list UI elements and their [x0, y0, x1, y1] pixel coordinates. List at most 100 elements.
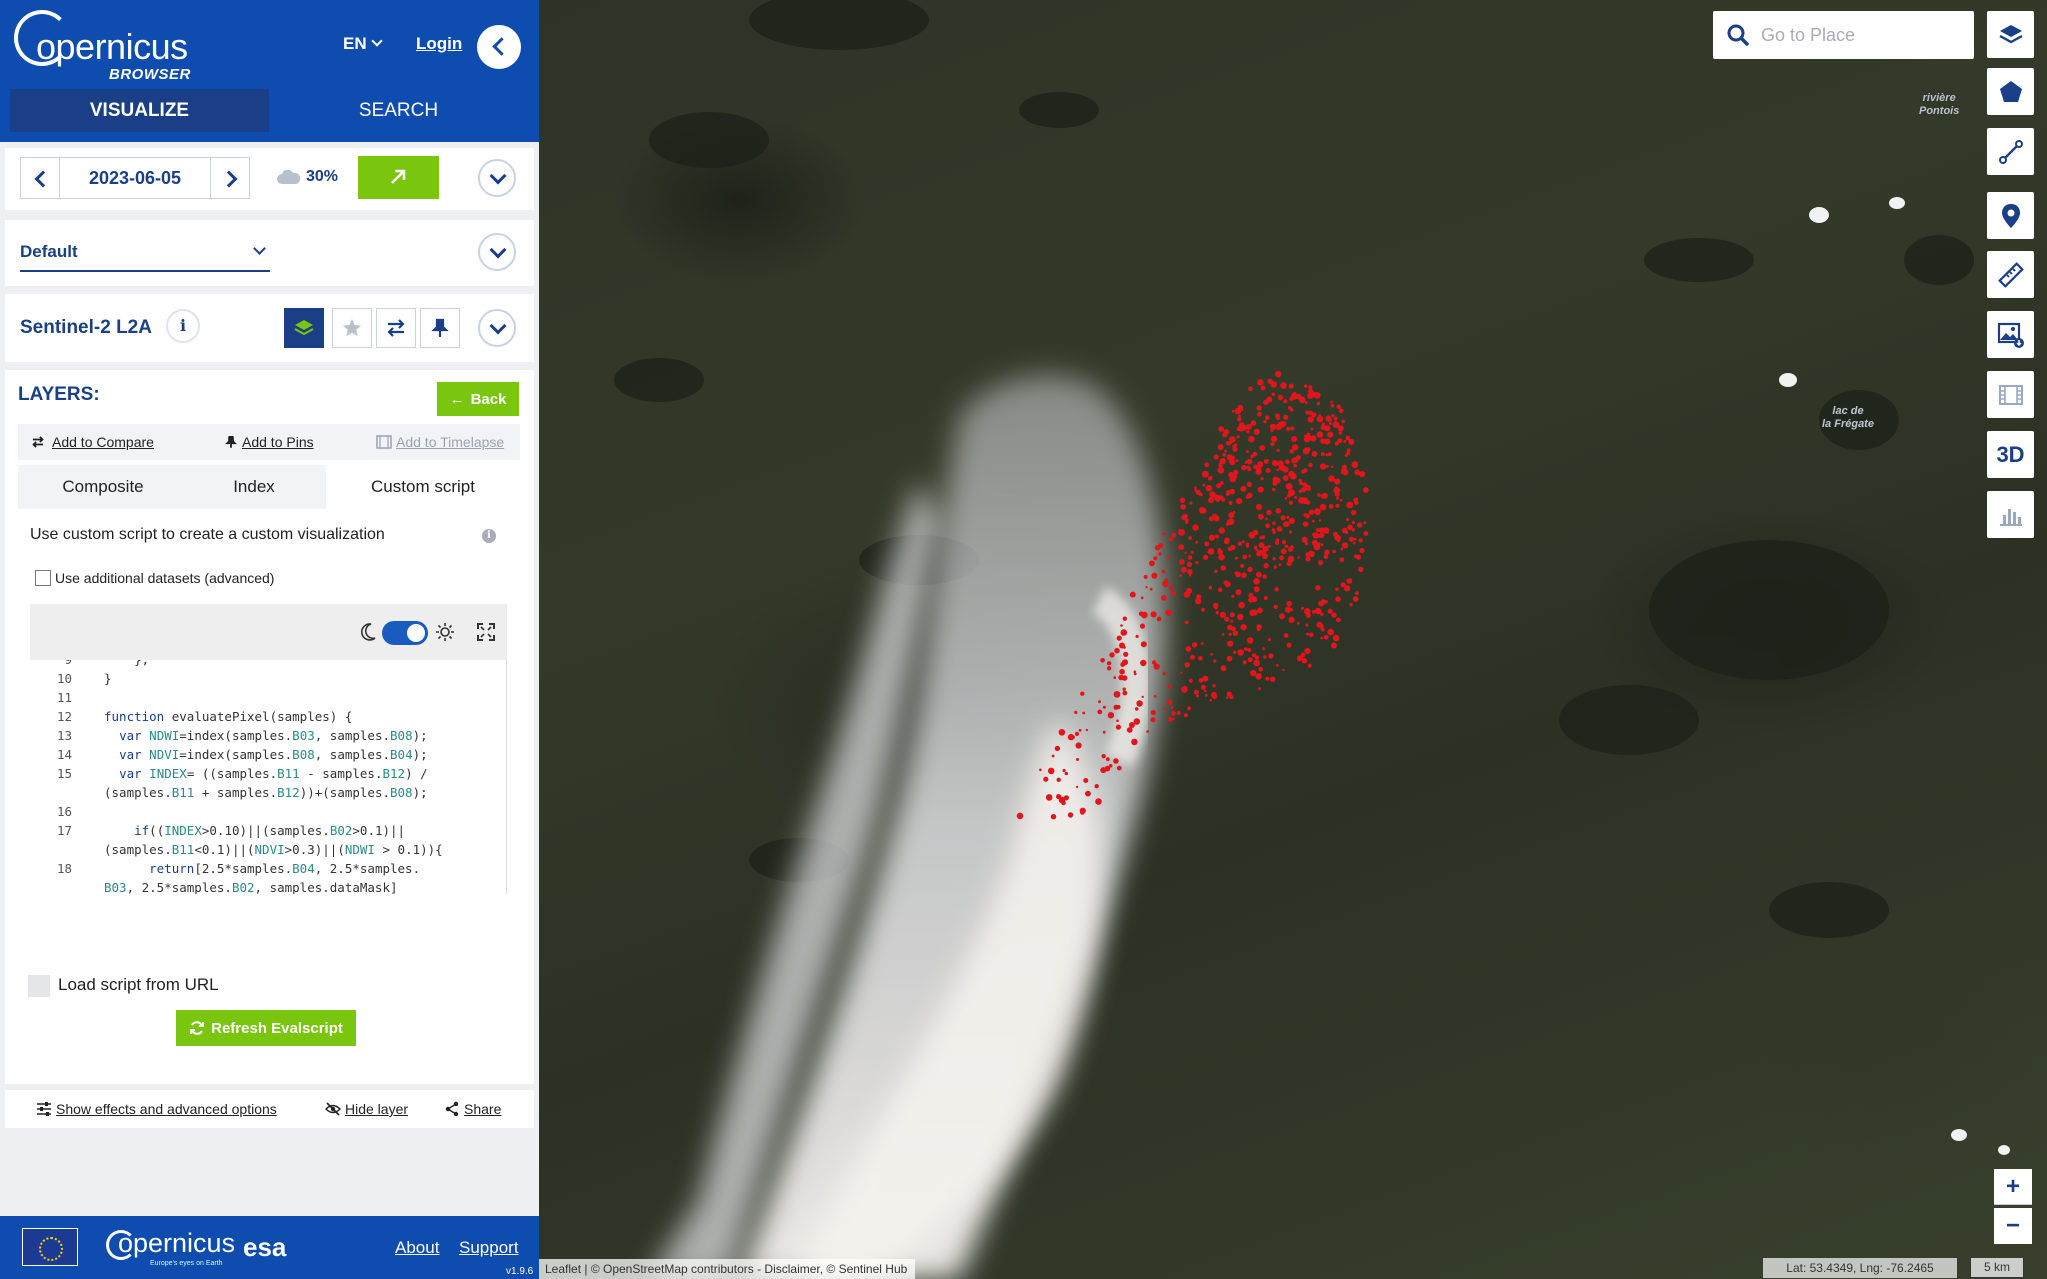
editor-theme-toggle[interactable]	[382, 621, 428, 645]
load-from-url-checkbox[interactable]	[28, 975, 50, 997]
next-date-button[interactable]	[210, 157, 250, 199]
fire-pixel	[1359, 547, 1365, 554]
code-line[interactable]: 14 var NDVI=index(samples.B08, samples.B…	[30, 747, 500, 766]
pin-button[interactable]	[420, 308, 460, 348]
fire-pixel	[1288, 500, 1293, 505]
fullscreen-icon[interactable]	[476, 622, 496, 642]
go-to-place-search[interactable]	[1713, 11, 1974, 59]
fire-pixel	[1322, 527, 1330, 534]
fire-pixel	[1323, 634, 1329, 640]
code-line[interactable]: 18 return[2.5*samples.B04, 2.5*samples.	[30, 861, 500, 880]
search-input[interactable]	[1761, 23, 1961, 47]
back-button[interactable]: ← Back	[437, 382, 519, 416]
tab-custom-script[interactable]: Custom script	[326, 465, 520, 509]
fire-pixel	[1348, 536, 1354, 542]
about-link[interactable]: About	[395, 1238, 439, 1258]
fire-pixel	[1126, 727, 1133, 733]
tool-image-download-button[interactable]	[1987, 311, 2034, 358]
collapse-sidebar-button[interactable]	[477, 25, 521, 69]
expand-date-panel-button[interactable]	[478, 159, 516, 197]
share-icon	[445, 1101, 459, 1117]
satellite-map[interactable]: lac de la Frégate rivière Pontois	[539, 0, 2047, 1279]
login-link[interactable]: Login	[416, 34, 462, 54]
fire-pixel	[1230, 619, 1234, 623]
tool-measure-button[interactable]	[1987, 251, 2034, 298]
fire-pixel	[1118, 674, 1124, 681]
fire-pixel	[1203, 554, 1209, 560]
zoom-out-button[interactable]: −	[1994, 1208, 2032, 1244]
favorite-button[interactable]	[332, 308, 372, 348]
tab-index[interactable]: Index	[188, 465, 320, 509]
previous-date-button[interactable]	[20, 157, 60, 199]
fire-pixel	[1232, 444, 1236, 448]
code-editor[interactable]: 9 };10}1112function evaluatePixel(sample…	[30, 604, 507, 894]
fire-pixel	[1255, 571, 1262, 578]
dataset-info-button[interactable]: i	[166, 309, 200, 343]
code-line[interactable]: 10}	[30, 671, 500, 690]
esa-logo[interactable]: esa	[243, 1232, 286, 1263]
code-line[interactable]: 11	[30, 690, 500, 709]
add-to-pins-link[interactable]: Add to Pins	[242, 434, 314, 450]
fire-pixel	[1287, 493, 1291, 498]
map-attribution[interactable]: Leaflet | © OpenStreetMap contributors -…	[539, 1259, 916, 1279]
tool-marker-button[interactable]	[1987, 192, 2034, 239]
expand-theme-panel-button[interactable]	[478, 233, 516, 271]
tool-3d-button[interactable]: 3D	[1987, 431, 2034, 478]
fire-pixel	[1062, 768, 1066, 773]
show-effects-link[interactable]: Show effects and advanced options	[37, 1101, 277, 1117]
support-link[interactable]: Support	[459, 1238, 519, 1258]
fire-pixel	[1167, 684, 1172, 689]
date-input[interactable]: 2023-06-05	[60, 157, 210, 199]
code-line[interactable]: 15 var INDEX= ((samples.B11 - samples.B1…	[30, 766, 500, 785]
theme-select[interactable]: Default	[20, 242, 270, 272]
fire-pixel	[1282, 475, 1289, 481]
fire-pixel	[1207, 476, 1213, 481]
tab-composite[interactable]: Composite	[18, 465, 188, 509]
info-icon[interactable]: i	[482, 529, 496, 543]
add-to-compare-link[interactable]: Add to Compare	[52, 434, 154, 450]
code-text: function evaluatePixel(samples) {	[104, 709, 353, 724]
tool-histogram-button[interactable]	[1987, 491, 2034, 538]
search-date-button[interactable]	[358, 156, 439, 199]
code-line[interactable]: B03, 2.5*samples.B02, samples.dataMask]	[30, 880, 500, 894]
tool-line-button[interactable]	[1987, 128, 2034, 175]
hide-layer-link[interactable]: Hide layer	[325, 1101, 408, 1117]
fire-pixel	[1320, 452, 1325, 457]
language-selector[interactable]: EN	[343, 34, 383, 54]
code-line[interactable]: 9 };	[30, 660, 500, 671]
map-label-lake-frigate: lac de la Frégate	[1822, 405, 1874, 430]
refresh-evalscript-button[interactable]: Refresh Evalscript	[176, 1010, 356, 1046]
line-number: 13	[56, 728, 72, 743]
logo-text: opernicus	[36, 26, 188, 67]
fire-pixel	[1248, 386, 1253, 392]
code-line[interactable]: 17 if((INDEX>0.10)||(samples.B02>0.1)||	[30, 823, 500, 842]
fire-pixel	[1281, 539, 1287, 545]
tool-polygon-button[interactable]	[1987, 68, 2034, 115]
layers-view-button[interactable]	[284, 308, 324, 348]
expand-dataset-panel-button[interactable]	[478, 309, 516, 347]
copernicus-logo[interactable]: opernicus	[106, 1228, 235, 1260]
code-line[interactable]: (samples.B11 + samples.B12))+(samples.B0…	[30, 785, 500, 804]
code-line[interactable]: 13 var NDWI=index(samples.B03, samples.B…	[30, 728, 500, 747]
share-link[interactable]: Share	[445, 1101, 501, 1117]
code-line[interactable]: 12 function evaluatePixel(samples) {	[30, 709, 500, 728]
fire-pixel	[1273, 565, 1277, 569]
fire-pixel	[1285, 483, 1293, 490]
compare-button[interactable]	[376, 308, 416, 348]
tab-visualize[interactable]: VISUALIZE	[10, 89, 269, 132]
fire-pixel	[1098, 700, 1101, 704]
copernicus-browser-logo[interactable]: opernicus BROWSER	[14, 8, 190, 83]
cloud-coverage-value[interactable]: 30%	[306, 168, 338, 186]
fire-pixel	[1342, 542, 1349, 549]
tab-search[interactable]: SEARCH	[269, 89, 528, 132]
fire-pixel	[1256, 405, 1262, 411]
tool-layers-button[interactable]	[1987, 11, 2034, 58]
code-content[interactable]: 9 };10}1112function evaluatePixel(sample…	[30, 660, 500, 894]
fire-pixel	[1187, 555, 1193, 560]
code-line[interactable]: 16	[30, 804, 500, 823]
additional-datasets-checkbox[interactable]	[35, 570, 51, 586]
fire-pixel	[1253, 586, 1260, 593]
zoom-in-button[interactable]: +	[1994, 1169, 2032, 1205]
code-line[interactable]: (samples.B11<0.1)||(NDVI>0.3)||(NDWI > 0…	[30, 842, 500, 861]
tool-timelapse-button[interactable]	[1987, 371, 2034, 418]
